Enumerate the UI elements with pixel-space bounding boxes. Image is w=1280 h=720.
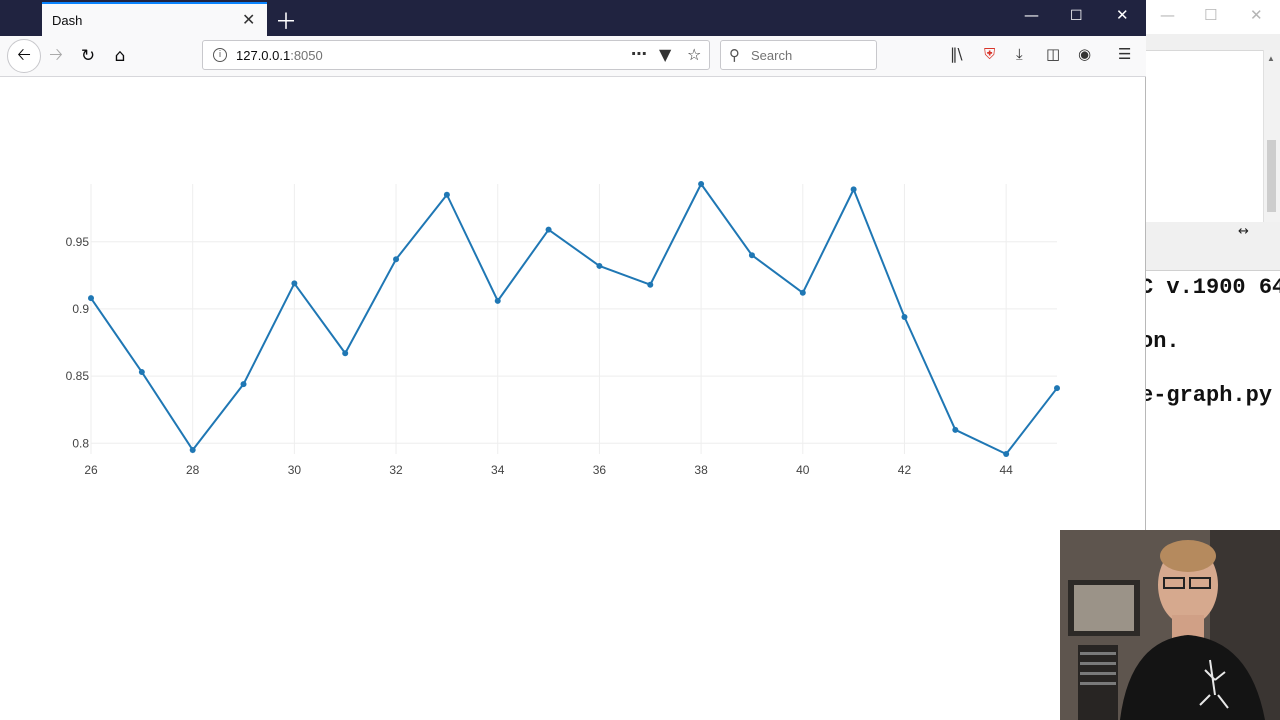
x-tick-label: 38 <box>694 463 708 477</box>
data-point[interactable] <box>443 191 450 198</box>
navigation-toolbar: 🡠 🡢 ↻ ⌂ i 127.0.0.1:8050 ⋯ ▼ ☆ ⚲ ‖\ ⛨ ⤓ … <box>0 36 1146 77</box>
data-point[interactable] <box>291 280 298 287</box>
scroll-up-arrow-icon[interactable]: ▲ <box>1267 54 1275 63</box>
x-tick-label: 30 <box>288 463 302 477</box>
browser-window: Dash ✕ ＋ — ☐ ✕ 🡠 🡢 ↻ ⌂ i 127.0.0.1:8050 … <box>0 0 1146 720</box>
data-point[interactable] <box>698 181 705 187</box>
data-point[interactable] <box>545 226 552 233</box>
x-tick-label: 34 <box>491 463 505 477</box>
x-tick-label: 42 <box>898 463 912 477</box>
data-point[interactable] <box>850 186 857 193</box>
background-scrollbar[interactable]: ▲ <box>1263 50 1280 222</box>
page-actions-icon[interactable]: ⋯ <box>631 44 647 63</box>
y-tick-label: 0.9 <box>72 302 89 316</box>
data-point[interactable] <box>189 446 196 453</box>
data-point[interactable] <box>494 297 501 304</box>
library-icon[interactable]: ‖\ <box>950 45 963 63</box>
data-point[interactable] <box>1054 385 1060 392</box>
reload-button[interactable]: ↻ <box>74 42 102 70</box>
data-point[interactable] <box>901 313 908 320</box>
forward-arrow-icon: 🡢 <box>49 44 63 65</box>
series-line[interactable] <box>90 183 1058 455</box>
y-tick-label: 0.8 <box>72 436 89 450</box>
resize-horizontal-icon[interactable]: ↔ <box>1238 224 1249 239</box>
pane-splitter[interactable]: ↔ <box>1146 222 1280 270</box>
back-arrow-icon: 🡠 <box>17 44 31 65</box>
menu-icon[interactable]: ☰ <box>1118 45 1131 63</box>
reload-icon: ↻ <box>80 46 96 66</box>
maximize-icon[interactable]: ☐ <box>1070 8 1083 24</box>
code-line: C v.1900 64 <box>1146 275 1280 300</box>
data-point[interactable] <box>342 350 349 357</box>
window-close-icon[interactable]: ✕ <box>1116 6 1129 24</box>
extension-icon[interactable]: ◉ <box>1078 45 1091 63</box>
x-tick-label: 26 <box>84 463 98 477</box>
pocket-icon[interactable]: ▼ <box>659 45 671 64</box>
new-tab-icon[interactable]: ＋ <box>275 4 297 36</box>
tab-bar: Dash ✕ ＋ — ☐ ✕ <box>0 0 1146 36</box>
chart-grid <box>90 184 1057 454</box>
tab-close-icon[interactable]: ✕ <box>242 10 255 29</box>
data-point[interactable] <box>647 281 654 288</box>
scrollbar-thumb[interactable] <box>1267 140 1276 212</box>
url-bar[interactable]: i 127.0.0.1:8050 ⋯ ▼ ☆ <box>202 40 710 70</box>
bg-minimize-icon[interactable]: — <box>1160 6 1175 24</box>
code-line: e-graph.py <box>1146 383 1273 408</box>
code-line: on. <box>1146 329 1180 354</box>
site-info-icon[interactable]: i <box>213 48 227 62</box>
download-icon[interactable]: ⤓ <box>1016 45 1023 63</box>
data-point[interactable] <box>88 295 94 302</box>
forward-button[interactable]: 🡢 <box>42 42 70 70</box>
home-icon: ⌂ <box>114 46 126 66</box>
chart-axis-labels: 26 28 30 32 34 36 38 40 42 44 0.8 0.85 0.9 0.95 <box>66 235 1014 477</box>
chart-series[interactable] <box>88 181 1060 457</box>
background-code-editor: C v.1900 64 on. e-graph.py <box>1146 270 1280 531</box>
sidebar-icon[interactable]: ◫ <box>1046 45 1060 63</box>
data-point[interactable] <box>596 262 603 269</box>
data-point[interactable] <box>952 426 959 433</box>
bg-close-icon[interactable]: ✕ <box>1250 6 1263 24</box>
data-point[interactable] <box>138 369 145 376</box>
data-point[interactable] <box>240 381 247 388</box>
data-point[interactable] <box>393 256 400 263</box>
shield-extension-icon[interactable]: ⛨ <box>984 45 995 63</box>
tab-title: Dash <box>52 13 83 28</box>
data-point[interactable] <box>799 289 806 296</box>
x-tick-label: 40 <box>796 463 810 477</box>
search-input[interactable] <box>751 46 871 64</box>
home-button[interactable]: ⌂ <box>106 42 134 70</box>
search-icon: ⚲ <box>729 46 740 64</box>
background-window-titlebar: — ☐ ✕ <box>1146 0 1280 34</box>
x-tick-label: 36 <box>593 463 607 477</box>
background-output-pane <box>1146 50 1264 223</box>
url-text[interactable]: 127.0.0.1:8050 <box>236 48 323 63</box>
y-tick-label: 0.95 <box>66 235 90 249</box>
minimize-icon[interactable]: — <box>1024 6 1039 24</box>
webcam-overlay <box>1060 530 1280 720</box>
bookmark-star-icon[interactable]: ☆ <box>687 45 701 64</box>
x-tick-label: 28 <box>186 463 200 477</box>
url-port: :8050 <box>290 48 323 63</box>
bg-maximize-icon[interactable]: ☐ <box>1204 6 1217 24</box>
data-point[interactable] <box>1003 451 1010 457</box>
x-tick-label: 32 <box>389 463 403 477</box>
webcam-video <box>1060 530 1280 720</box>
x-tick-label: 44 <box>999 463 1013 477</box>
line-chart[interactable]: 26 28 30 32 34 36 38 40 42 44 0.8 0.85 0.9 0.95 <box>0 76 1144 516</box>
y-tick-label: 0.85 <box>66 369 90 383</box>
url-host: 127.0.0.1 <box>236 48 291 63</box>
search-box[interactable]: ⚲ <box>720 40 877 70</box>
data-point[interactable] <box>748 252 755 259</box>
tab-dash[interactable]: Dash ✕ <box>42 2 267 36</box>
back-button[interactable]: 🡠 <box>7 39 41 73</box>
